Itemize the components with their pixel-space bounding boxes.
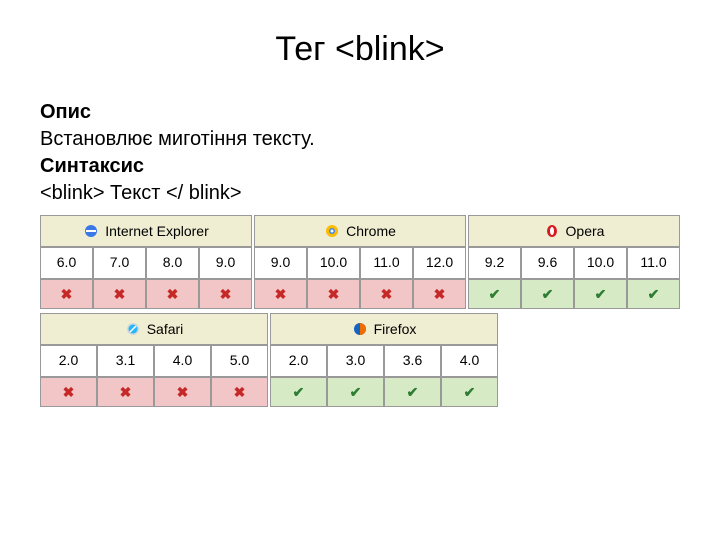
support-cell: ✖ <box>211 377 268 407</box>
browser-name: Safari <box>147 321 184 337</box>
version-cell: 10.0 <box>574 247 627 279</box>
version-cell: 11.0 <box>627 247 680 279</box>
desc-head: Опис <box>40 101 91 123</box>
version-cell: 4.0 <box>441 345 498 377</box>
version-cell: 7.0 <box>93 247 146 279</box>
firefox-icon <box>352 321 368 337</box>
cross-icon: ✖ <box>120 384 132 401</box>
version-cell: 9.2 <box>468 247 521 279</box>
browser-group-firefox: Firefox 2.0 3.0 3.6 4.0 ✔ ✔ ✔ ✔ <box>270 313 498 407</box>
check-icon: ✔ <box>542 286 554 303</box>
check-icon: ✔ <box>464 384 476 401</box>
support-cell: ✔ <box>574 279 627 309</box>
description-block: Опис Встановлює миготіння тексту. Синтак… <box>40 99 680 207</box>
version-cell: 2.0 <box>40 345 97 377</box>
cross-icon: ✖ <box>220 286 232 303</box>
version-cell: 4.0 <box>154 345 211 377</box>
version-cell: 8.0 <box>146 247 199 279</box>
syntax-body: <blink> Текст </ blink> <box>40 182 242 204</box>
version-cell: 6.0 <box>40 247 93 279</box>
page-title: Тег <blink> <box>40 30 680 69</box>
check-icon: ✔ <box>595 286 607 303</box>
safari-icon <box>125 321 141 337</box>
support-cell: ✖ <box>199 279 252 309</box>
version-cell: 9.6 <box>521 247 574 279</box>
version-cell: 12.0 <box>413 247 466 279</box>
version-cell: 10.0 <box>307 247 360 279</box>
browser-name: Opera <box>566 223 605 239</box>
cross-icon: ✖ <box>381 286 393 303</box>
support-cell: ✔ <box>270 377 327 407</box>
support-cell: ✖ <box>254 279 307 309</box>
cross-icon: ✖ <box>234 384 246 401</box>
version-cell: 3.0 <box>327 345 384 377</box>
support-cell: ✖ <box>40 377 97 407</box>
version-cell: 9.0 <box>199 247 252 279</box>
support-cell: ✔ <box>521 279 574 309</box>
browser-group-safari: Safari 2.0 3.1 4.0 5.0 ✖ ✖ ✖ ✖ <box>40 313 268 407</box>
cross-icon: ✖ <box>114 286 126 303</box>
support-cell: ✖ <box>360 279 413 309</box>
syntax-head: Синтаксис <box>40 155 144 177</box>
browser-group-chrome: Chrome 9.0 10.0 11.0 12.0 ✖ ✖ ✖ ✖ <box>254 215 466 309</box>
cross-icon: ✖ <box>177 384 189 401</box>
support-cell: ✔ <box>627 279 680 309</box>
check-icon: ✔ <box>648 286 660 303</box>
cross-icon: ✖ <box>167 286 179 303</box>
check-icon: ✔ <box>407 384 419 401</box>
cross-icon: ✖ <box>61 286 73 303</box>
support-cell: ✖ <box>97 377 154 407</box>
check-icon: ✔ <box>350 384 362 401</box>
support-tables: Internet Explorer 6.0 7.0 8.0 9.0 ✖ ✖ ✖ … <box>40 215 680 407</box>
support-cell: ✖ <box>413 279 466 309</box>
version-cell: 5.0 <box>211 345 268 377</box>
version-cell: 9.0 <box>254 247 307 279</box>
support-cell: ✖ <box>93 279 146 309</box>
cross-icon: ✖ <box>328 286 340 303</box>
support-cell: ✖ <box>154 377 211 407</box>
version-cell: 11.0 <box>360 247 413 279</box>
browser-group-ie: Internet Explorer 6.0 7.0 8.0 9.0 ✖ ✖ ✖ … <box>40 215 252 309</box>
browser-name: Chrome <box>346 223 396 239</box>
support-cell: ✔ <box>327 377 384 407</box>
browser-name: Internet Explorer <box>105 223 209 239</box>
version-cell: 3.6 <box>384 345 441 377</box>
desc-body: Встановлює миготіння тексту. <box>40 128 315 150</box>
opera-icon <box>544 223 560 239</box>
support-cell: ✔ <box>468 279 521 309</box>
version-cell: 2.0 <box>270 345 327 377</box>
support-cell: ✖ <box>146 279 199 309</box>
ie-icon <box>83 223 99 239</box>
check-icon: ✔ <box>293 384 305 401</box>
browser-group-opera: Opera 9.2 9.6 10.0 11.0 ✔ ✔ ✔ ✔ <box>468 215 680 309</box>
support-cell: ✖ <box>307 279 360 309</box>
version-cell: 3.1 <box>97 345 154 377</box>
chrome-icon <box>324 223 340 239</box>
support-cell: ✔ <box>441 377 498 407</box>
check-icon: ✔ <box>489 286 501 303</box>
support-cell: ✔ <box>384 377 441 407</box>
cross-icon: ✖ <box>434 286 446 303</box>
support-cell: ✖ <box>40 279 93 309</box>
cross-icon: ✖ <box>63 384 75 401</box>
cross-icon: ✖ <box>275 286 287 303</box>
browser-name: Firefox <box>374 321 417 337</box>
